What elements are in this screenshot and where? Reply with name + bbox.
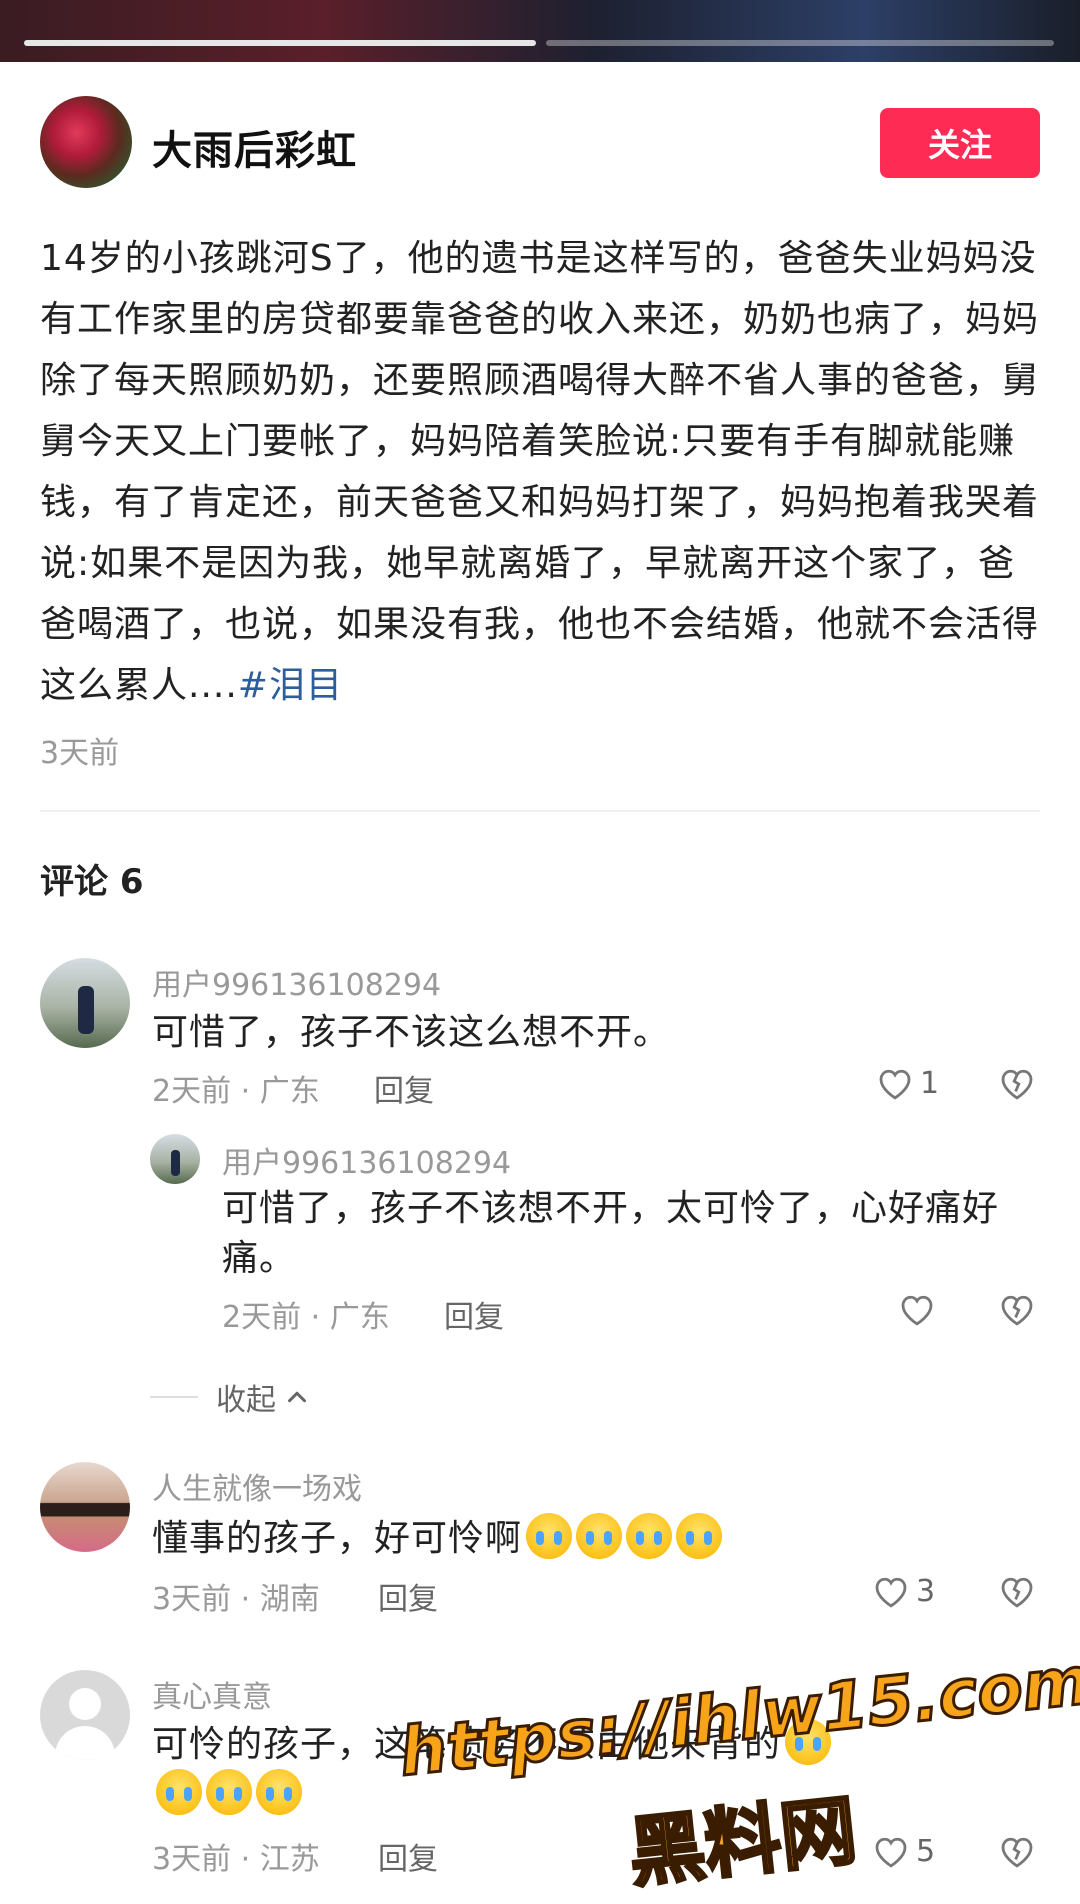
commenter-name[interactable]: 人生就像一场戏 [152, 1464, 362, 1508]
broken-heart-icon [1001, 1295, 1033, 1326]
commenter-name[interactable]: 用户996136108294 [152, 960, 441, 1004]
hashtag-link[interactable]: #泪目 [238, 665, 343, 706]
like-count: 3 [916, 1573, 936, 1609]
crying-face-emoji [576, 1513, 623, 1559]
dislike-button[interactable] [996, 1570, 1038, 1612]
like-button[interactable]: 3 [870, 1570, 935, 1612]
author-header: 大雨后彩虹 关注 [40, 96, 1040, 192]
dislike-button[interactable] [996, 1062, 1038, 1104]
post-time: 3天前 [40, 736, 120, 771]
commenter-name[interactable]: 真心真意 [152, 1672, 272, 1716]
like-count: 1 [920, 1065, 940, 1101]
reply-button[interactable]: 回复 [374, 1066, 434, 1110]
broken-heart-icon [1001, 1577, 1033, 1608]
heart-outline-icon [879, 1069, 911, 1100]
comment-meta: 3天前 · 湖南 [152, 1582, 320, 1617]
carousel-indicator-active [24, 40, 536, 46]
collapse-replies-button[interactable]: 收起 [150, 1375, 312, 1419]
collapse-label: 收起 [216, 1383, 276, 1418]
comment-meta: 2天前 · 广东 [152, 1074, 320, 1109]
chevron-up-icon [288, 1391, 306, 1403]
watermark-name: 黑料网 [623, 1784, 862, 1899]
broken-heart-icon [1001, 1069, 1033, 1100]
post-text: 14岁的小孩跳河S了，他的遗书是这样写的，爸爸失业妈妈没有工作家里的房贷都要靠爸… [40, 238, 1040, 706]
reply-button[interactable]: 回复 [444, 1292, 504, 1336]
like-button[interactable] [896, 1288, 942, 1330]
crying-face-emoji [156, 1769, 202, 1815]
carousel-indicator[interactable] [546, 40, 1054, 46]
like-button[interactable]: 1 [874, 1062, 939, 1104]
comment-text: 可惜了，孩子不该这么想不开。 [152, 1012, 671, 1053]
crying-face-emoji [206, 1769, 252, 1815]
watermark-url: https://ihlw15.com [394, 1640, 1080, 1792]
crying-face-emoji [526, 1513, 573, 1559]
comment-text-content: 懂事的孩子，好可怜啊 [152, 1518, 523, 1559]
crying-face-emoji [626, 1513, 673, 1559]
comments-heading: 评论 6 [40, 862, 144, 902]
cover-image-strip [0, 0, 1080, 62]
commenter-avatar[interactable] [40, 958, 130, 1048]
crying-face-emoji [676, 1513, 723, 1559]
dislike-button[interactable] [996, 1288, 1038, 1330]
post-body: 14岁的小孩跳河S了，他的遗书是这样写的，爸爸失业妈妈没有工作家里的房贷都要靠爸… [40, 228, 1040, 716]
comment-meta: 3天前 · 江苏 [152, 1842, 320, 1877]
comment-text: 可惜了，孩子不该想不开，太可怜了，心好痛好痛。 [222, 1188, 1000, 1279]
author-avatar[interactable] [40, 96, 132, 188]
heart-outline-icon [875, 1577, 907, 1608]
heart-outline-icon [901, 1295, 933, 1326]
divider [150, 1396, 198, 1398]
reply-button[interactable]: 回复 [378, 1574, 438, 1618]
author-name[interactable]: 大雨后彩虹 [152, 118, 357, 176]
commenter-avatar[interactable] [150, 1134, 200, 1184]
follow-button[interactable]: 关注 [880, 108, 1040, 178]
commenter-avatar[interactable] [40, 1670, 130, 1760]
crying-face-emoji [256, 1769, 302, 1815]
commenter-name[interactable]: 用户996136108294 [222, 1138, 511, 1182]
comment-text: 懂事的孩子，好可怜啊 [152, 1513, 1012, 1564]
comment-meta: 2天前 · 广东 [222, 1300, 390, 1335]
divider [40, 810, 1040, 812]
watermark-overlay: https://ihlw15.com 黑料网 [394, 1640, 1080, 1899]
commenter-avatar[interactable] [40, 1462, 130, 1552]
